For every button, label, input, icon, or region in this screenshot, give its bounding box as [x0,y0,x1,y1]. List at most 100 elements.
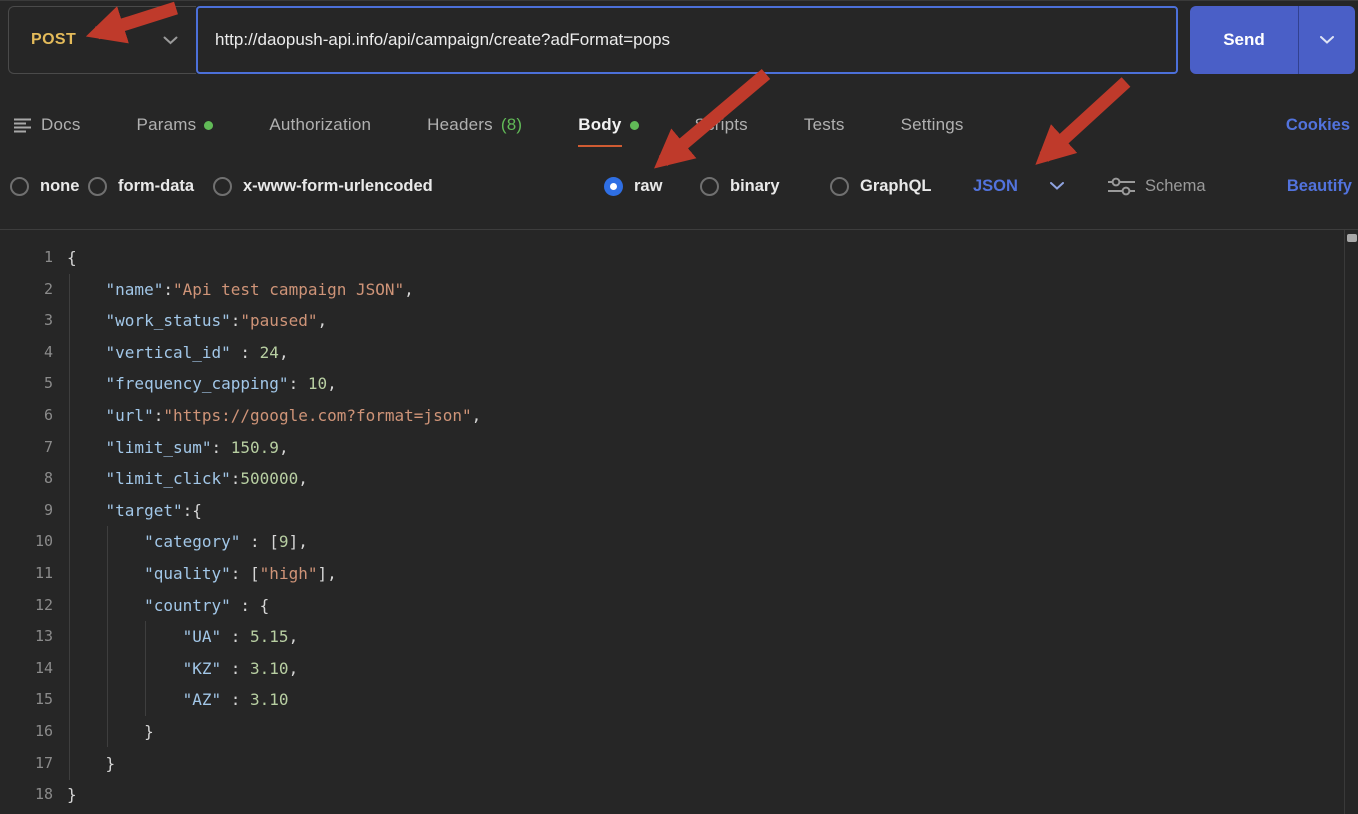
radio-icon [10,177,29,196]
code-line: 3 "work_status":"paused", [0,305,1332,337]
language-label: JSON [973,177,1018,196]
code-line: 6 "url":"https://google.com?format=json"… [0,400,1332,432]
line-number: 11 [0,558,53,590]
tabs: Docs Params Authorization Headers(8) Body Scr… [14,115,964,135]
code-text: "name":"Api test campaign JSON", [67,274,414,306]
request-bar: POST http://daopush-api.info/api/campaig… [8,6,1355,74]
method-label: POST [31,31,76,49]
code-line: 8 "limit_click":500000, [0,463,1332,495]
code-text: "limit_sum": 150.9, [67,432,289,464]
green-dot-indicator [204,121,213,130]
tab-tests[interactable]: Tests [804,115,845,135]
tab-label: Body [578,115,621,135]
tab-headers[interactable]: Headers(8) [427,115,522,135]
line-number: 1 [0,242,53,274]
chevron-down-icon [163,36,178,45]
radio-icon [830,177,849,196]
line-number: 14 [0,653,53,685]
scrollbar-thumb[interactable] [1347,234,1357,242]
line-number: 18 [0,779,53,811]
code-line: 5 "frequency_capping": 10, [0,368,1332,400]
line-number: 12 [0,590,53,622]
radio-icon [213,177,232,196]
url-input[interactable]: http://daopush-api.info/api/campaign/cre… [196,6,1178,74]
code-line: 14 "KZ" : 3.10, [0,653,1332,685]
method-select[interactable]: POST [8,6,196,74]
radio-icon [700,177,719,196]
code-line: 10 "category" : [9], [0,526,1332,558]
line-number: 8 [0,463,53,495]
tab-body[interactable]: Body [578,115,638,135]
line-number: 2 [0,274,53,306]
code-line: 1{ [0,242,1332,274]
code-text: } [67,748,115,780]
code-text: "frequency_capping": 10, [67,368,337,400]
line-number: 5 [0,368,53,400]
headers-count-badge: (8) [501,115,522,135]
body-type-option-none[interactable]: none [10,165,79,207]
code-line: 9 "target":{ [0,495,1332,527]
schema-button[interactable]: Schema [1108,165,1206,207]
green-dot-indicator [630,121,639,130]
schema-label: Schema [1145,177,1206,196]
body-type-label: GraphQL [860,177,932,196]
code-text: "KZ" : 3.10, [67,653,298,685]
code-text: "AZ" : 3.10 [67,684,289,716]
send-options-button[interactable] [1298,6,1355,74]
tab-bar: Docs Params Authorization Headers(8) Body Scr… [14,101,1350,149]
code-text: "limit_click":500000, [67,463,308,495]
scrollbar-track [1344,230,1358,814]
code-text: "target":{ [67,495,202,527]
code-line: 15 "AZ" : 3.10 [0,684,1332,716]
body-type-option-binary[interactable]: binary [700,165,780,207]
json-language-select[interactable]: JSON [973,165,1064,207]
body-type-label: form-data [118,177,194,196]
tab-docs[interactable]: Docs [14,115,81,135]
tab-params[interactable]: Params [137,115,214,135]
line-number: 7 [0,432,53,464]
tab-authorization[interactable]: Authorization [269,115,371,135]
body-type-option-x-www-form-urlencoded[interactable]: x-www-form-urlencoded [213,165,433,207]
send-button[interactable]: Send [1190,6,1298,74]
beautify-button[interactable]: Beautify [1287,165,1352,207]
tab-label: Docs [41,115,81,135]
code-line: 13 "UA" : 5.15, [0,621,1332,653]
line-number: 6 [0,400,53,432]
code-rows: 1{2 "name":"Api test campaign JSON",3 "w… [0,242,1332,811]
body-type-label: none [40,177,79,196]
code-text: "country" : { [67,590,269,622]
tab-settings[interactable]: Settings [901,115,964,135]
code-text: { [67,242,77,274]
code-line: 2 "name":"Api test campaign JSON", [0,274,1332,306]
code-line: 11 "quality": ["high"], [0,558,1332,590]
body-type-option-form-data[interactable]: form-data [88,165,194,207]
send-button-group: Send [1190,6,1355,74]
radio-icon [88,177,107,196]
code-text: "UA" : 5.15, [67,621,298,653]
code-text: "quality": ["high"], [67,558,337,590]
code-line: 16 } [0,716,1332,748]
sliders-icon [1108,176,1135,197]
line-number: 3 [0,305,53,337]
body-type-label: x-www-form-urlencoded [243,177,433,196]
line-number: 13 [0,621,53,653]
chevron-down-icon [1320,36,1334,44]
tab-scripts[interactable]: Scripts [695,115,748,135]
request-builder-window: POST http://daopush-api.info/api/campaig… [0,0,1358,814]
code-line: 17 } [0,748,1332,780]
body-type-option-graphql[interactable]: GraphQL [830,165,932,207]
code-line: 7 "limit_sum": 150.9, [0,432,1332,464]
chevron-down-icon [1050,182,1064,190]
line-number: 17 [0,748,53,780]
body-code-editor[interactable]: 1{2 "name":"Api test campaign JSON",3 "w… [0,229,1358,814]
code-text: } [67,716,154,748]
line-number: 9 [0,495,53,527]
tab-label: Tests [804,115,845,135]
code-text: } [67,779,77,811]
body-type-option-raw[interactable]: raw [604,165,662,207]
tab-label: Scripts [695,115,748,135]
cookies-link[interactable]: Cookies [1286,116,1350,135]
body-type-bar: none form-data x-www-form-urlencoded rawbin… [0,159,1358,213]
code-text: "vertical_id" : 24, [67,337,289,369]
line-number: 10 [0,526,53,558]
